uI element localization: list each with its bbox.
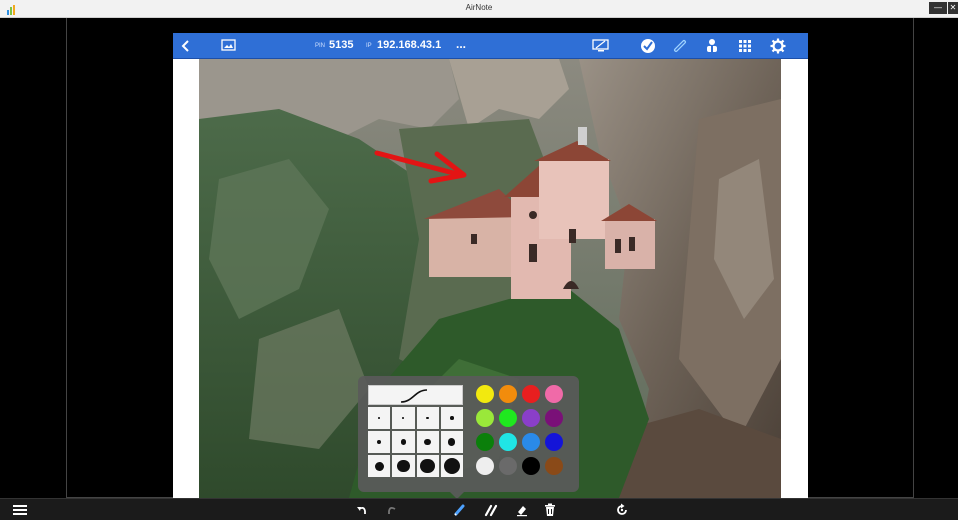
stroke-size-dot [443, 457, 460, 475]
bottom-toolbar [0, 498, 958, 520]
highlighter-icon[interactable] [484, 502, 500, 518]
stroke-size-option[interactable] [368, 407, 391, 429]
rotate-icon[interactable] [614, 502, 630, 518]
color-swatch[interactable] [545, 409, 563, 427]
color-swatch[interactable] [476, 385, 494, 403]
pin-value: 5135 [329, 39, 354, 51]
stroke-size-option[interactable] [440, 455, 463, 477]
gallery-icon[interactable] [220, 37, 238, 55]
back-arrow-icon[interactable] [177, 37, 195, 55]
stroke-size-dot [397, 459, 410, 473]
color-swatch[interactable] [545, 385, 563, 403]
stroke-size-dot [376, 439, 382, 445]
stroke-size-grid [368, 407, 463, 477]
more-info-button[interactable]: ... [456, 37, 466, 51]
close-button[interactable]: ✕ [948, 2, 958, 14]
menu-icon[interactable] [12, 502, 28, 518]
stroke-size-dot [448, 438, 456, 446]
ip-value: 192.168.43.1 [377, 39, 442, 51]
gear-icon[interactable] [769, 37, 787, 55]
window-title: AirNote [465, 3, 493, 12]
stroke-size-option[interactable] [416, 431, 439, 453]
trash-icon[interactable] [542, 502, 558, 518]
stroke-size-dot [400, 439, 407, 445]
color-swatch[interactable] [476, 409, 494, 427]
link-icon[interactable] [671, 37, 689, 55]
color-swatch[interactable] [499, 433, 517, 451]
color-swatch[interactable] [476, 433, 494, 451]
pen-icon[interactable] [452, 502, 468, 518]
pin-label: PIN [315, 43, 326, 49]
color-swatch[interactable] [499, 457, 517, 475]
color-swatch[interactable] [499, 409, 517, 427]
stroke-size-option[interactable] [368, 455, 391, 477]
stroke-size-dot [420, 458, 435, 474]
minimize-button[interactable]: — [929, 2, 947, 14]
stroke-size-dot [402, 417, 405, 419]
participants-icon[interactable] [703, 37, 721, 55]
stroke-size-option[interactable] [392, 407, 415, 429]
stroke-size-dot [450, 416, 454, 420]
check-icon[interactable] [639, 37, 657, 55]
grid-icon[interactable] [736, 37, 754, 55]
color-swatch[interactable] [545, 433, 563, 451]
stroke-size-option[interactable] [416, 407, 439, 429]
session-topbar: PIN 5135 IP 192.168.43.1 ... [173, 33, 808, 59]
color-swatch[interactable] [522, 385, 540, 403]
color-swatch[interactable] [545, 457, 563, 475]
window-titlebar: AirNote — ✕ [0, 0, 958, 18]
stroke-size-option[interactable] [416, 455, 439, 477]
stroke-size-option[interactable] [440, 407, 463, 429]
undo-icon[interactable] [354, 502, 370, 518]
color-swatch[interactable] [522, 433, 540, 451]
redo-icon[interactable] [384, 502, 400, 518]
eraser-icon[interactable] [514, 502, 530, 518]
screen-share-icon[interactable] [592, 37, 610, 55]
stroke-size-option[interactable] [392, 455, 415, 477]
stroke-size-option[interactable] [440, 431, 463, 453]
pen-picker-popup [358, 376, 579, 499]
color-palette [476, 385, 568, 481]
stroke-preview [368, 385, 463, 405]
stroke-size-option[interactable] [368, 431, 391, 453]
stroke-size-dot [424, 438, 431, 446]
stroke-size-dot [426, 416, 429, 420]
color-swatch[interactable] [522, 409, 540, 427]
stroke-size-dot [374, 461, 384, 471]
color-swatch[interactable] [476, 457, 494, 475]
ip-label: IP [366, 43, 372, 49]
color-swatch[interactable] [499, 385, 517, 403]
stroke-size-dot [378, 417, 381, 419]
color-swatch[interactable] [522, 457, 540, 475]
stroke-size-option[interactable] [392, 431, 415, 453]
